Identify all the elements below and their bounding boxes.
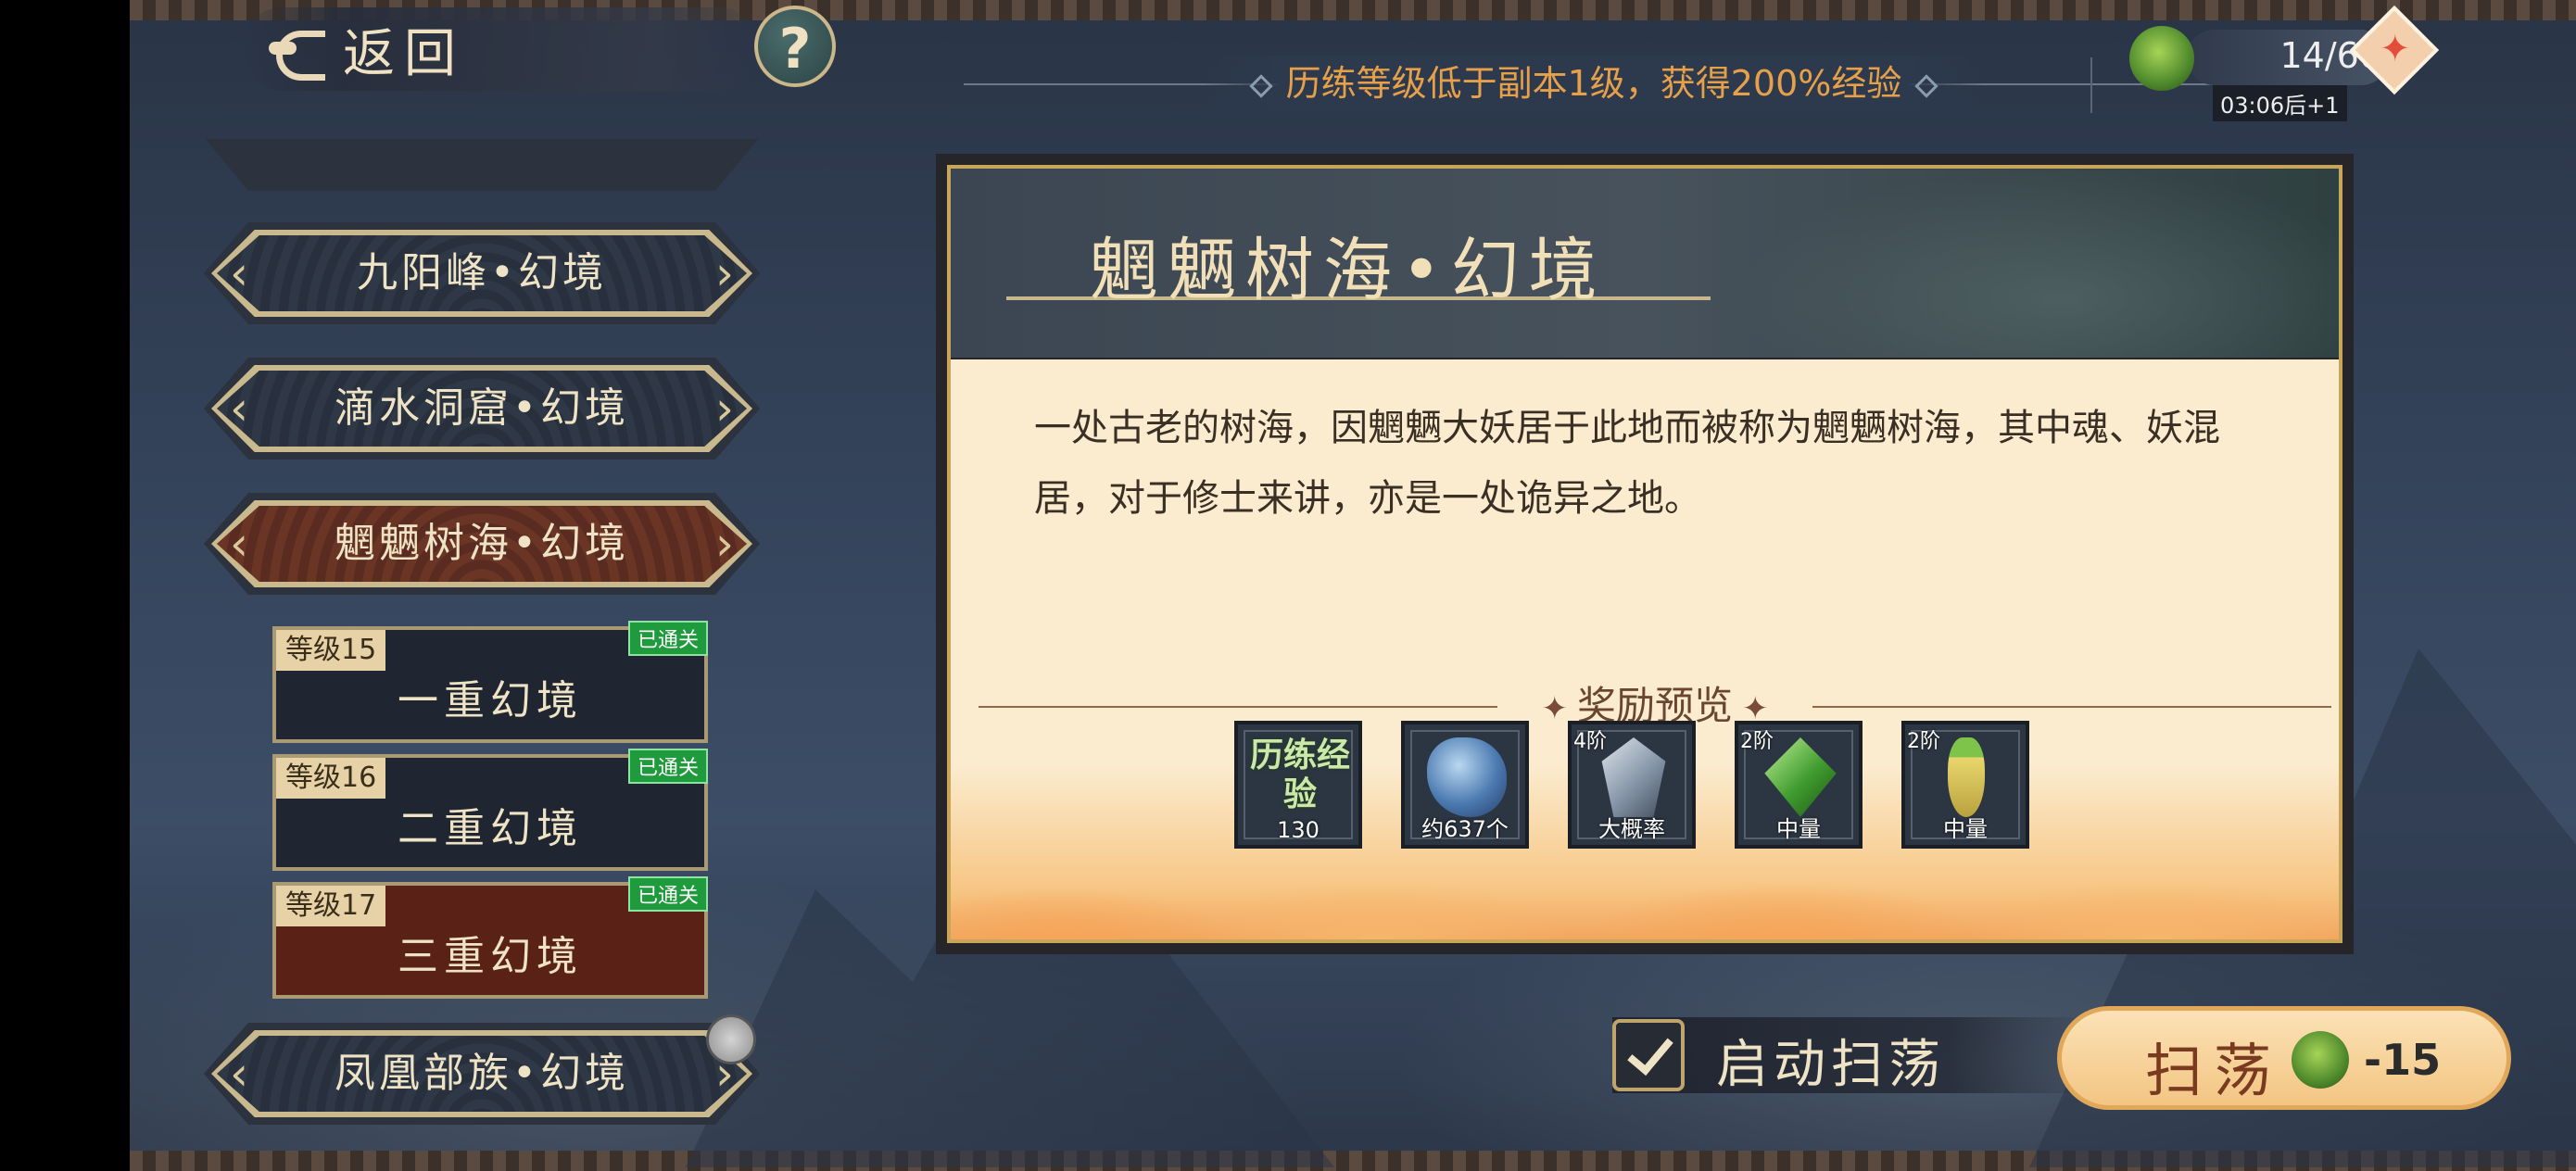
stamina-timer: 03:06后+1 — [2213, 85, 2347, 121]
chapter-label: 凤凰部族•幻境 — [335, 1050, 629, 1097]
header-divider — [2090, 57, 2092, 113]
stage-level: 等级15 — [276, 630, 386, 671]
cleared-badge: 已通关 — [627, 876, 708, 912]
chapter-label: 九阳峰•幻境 — [357, 249, 607, 296]
chapter-item-partial[interactable] — [204, 139, 760, 191]
stage-name: 二重幻境 — [398, 805, 583, 852]
dungeon-detail-panel: 魍魉树海•幻境 一处古老的树海，因魍魉大妖居于此地而被称为魍魉树海，其中魂、妖混… — [936, 154, 2354, 954]
reward-caption: 130 — [1277, 817, 1320, 843]
stage-level: 等级16 — [276, 758, 386, 799]
stage-item-1[interactable]: 等级15 已通关 一重幻境 — [272, 621, 708, 743]
auto-sweep-checkbox[interactable] — [1612, 1019, 1685, 1091]
back-swirl-icon — [269, 21, 334, 81]
chapter-item-wangliang-selected[interactable]: ‹ › 魍魉树海•幻境 — [204, 493, 760, 595]
chapter-item-jiuyangfeng[interactable]: ‹ › 九阳峰•幻境 — [204, 222, 760, 324]
level-notice-banner: 历练等级低于副本1级，获得200%经验 — [964, 56, 2224, 111]
diamond-icon — [1248, 73, 1273, 98]
sweep-cost: -15 — [2364, 1035, 2442, 1085]
lock-icon — [706, 1014, 756, 1064]
sweep-button[interactable]: 扫荡 -15 — [2057, 1006, 2511, 1110]
reward-tier: 2阶 — [1740, 730, 1774, 753]
chapter-item-dishui[interactable]: ‹ › 滴水洞窟•幻境 — [204, 358, 760, 460]
reward-caption: 大概率 — [1598, 816, 1665, 842]
reward-caption: 约637个 — [1421, 816, 1509, 842]
reward-tier: 4阶 — [1573, 730, 1607, 753]
plus-flower-icon: ✦ — [2380, 28, 2411, 70]
help-button[interactable]: ? — [754, 6, 836, 87]
reward-tier: 2阶 — [1907, 730, 1940, 753]
chapter-label: 魍魉树海•幻境 — [335, 520, 629, 567]
notice-text: 历练等级低于副本1级，获得200%经验 — [1285, 63, 1902, 104]
reward-slot-ore[interactable]: 约637个 — [1401, 721, 1529, 849]
stamina-jade-icon — [2129, 26, 2194, 91]
stage-item-3-selected[interactable]: 等级17 已通关 三重幻境 — [272, 876, 708, 999]
cleared-badge: 已通关 — [627, 621, 708, 656]
diamond-icon — [1914, 73, 1939, 98]
stage-item-2[interactable]: 等级16 已通关 二重幻境 — [272, 749, 708, 871]
back-button[interactable]: 返回 — [241, 7, 760, 91]
reward-slot-gem[interactable]: 2阶 中量 — [1735, 721, 1863, 849]
stage-name: 一重幻境 — [398, 677, 583, 724]
chapter-item-fenghuang[interactable]: ‹ › 凤凰部族•幻境 — [204, 1023, 760, 1125]
auto-sweep-label: 启动扫荡 — [1716, 1035, 1946, 1095]
chapter-label: 滴水洞窟•幻境 — [335, 384, 629, 432]
notice-text-wrap: 历练等级低于副本1级，获得200%经验 — [1202, 56, 1986, 111]
reward-slot-crystal[interactable]: 4阶 大概率 — [1568, 721, 1696, 849]
reward-slot-herb[interactable]: 2阶 中量 — [1901, 721, 2029, 849]
stamina-jade-icon — [2292, 1031, 2349, 1089]
auto-sweep-toggle[interactable]: 启动扫荡 — [1612, 1017, 2094, 1095]
reward-caption: 中量 — [1943, 816, 1988, 842]
stage-level: 等级17 — [276, 886, 386, 926]
reward-slot-experience[interactable]: 历练经验 130 — [1234, 721, 1362, 849]
reward-caption: 中量 — [1776, 816, 1821, 842]
game-screen: 返回 ? 历练等级低于副本1级，获得200%经验 14/60 03:06后+1 … — [130, 0, 2576, 1171]
back-label: 返回 — [343, 23, 465, 84]
stage-name: 三重幻境 — [398, 933, 583, 980]
herb-icon — [1948, 737, 1985, 817]
experience-icon: 历练经验 — [1249, 736, 1350, 813]
cleared-badge: 已通关 — [627, 749, 708, 784]
sweep-label: 扫荡 — [2145, 1037, 2283, 1104]
